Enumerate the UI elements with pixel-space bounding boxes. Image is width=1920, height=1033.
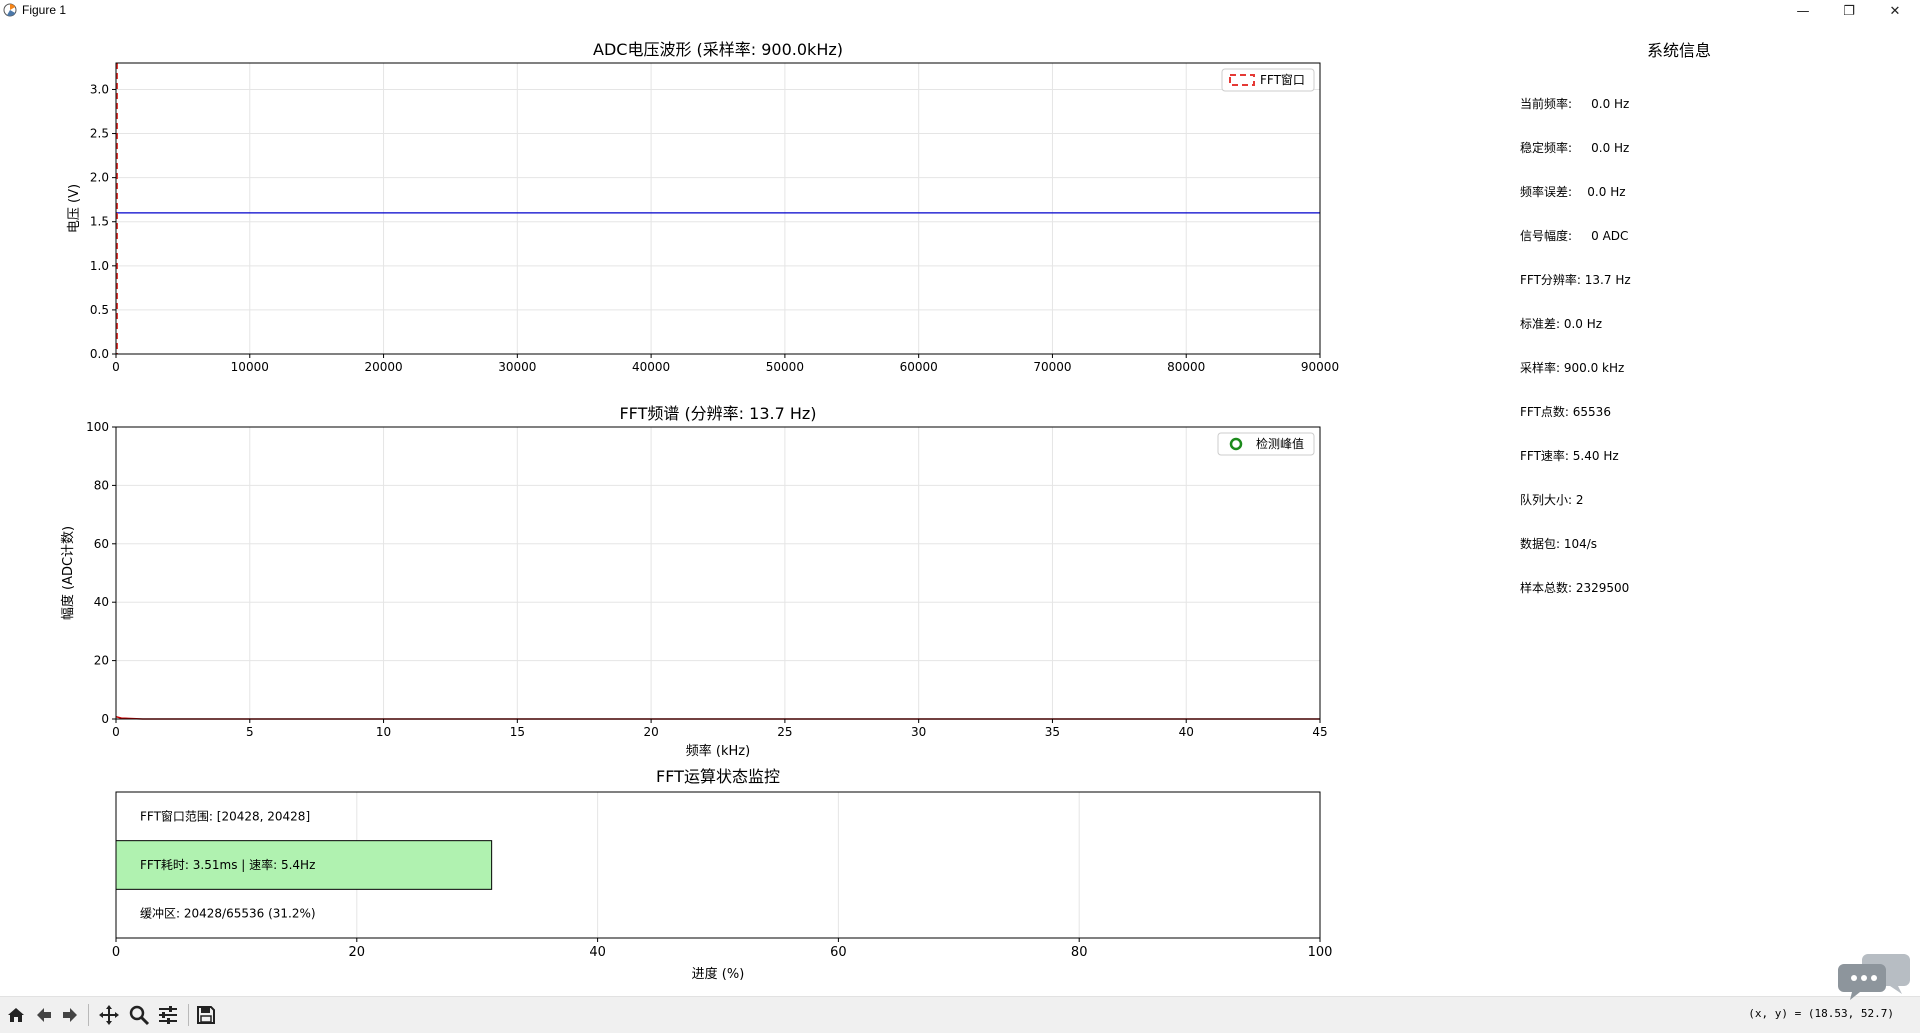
info-frequency-error: 频率误差: 0.0 Hz	[1520, 185, 1626, 199]
status-x-tick-label: 0	[112, 945, 120, 960]
forward-icon[interactable]	[58, 1003, 82, 1027]
waveform-title: ADC电压波形 (采样率: 900.0kHz)	[593, 40, 843, 59]
cursor-coordinates: (x, y) = (18.53, 52.7)	[1748, 1007, 1894, 1020]
figure-svg: 0 10000 20000 30000 40000 50000 60000 70000 8000…	[60, 40, 1339, 982]
status-row-label: FFT耗时: 3.51ms | 速率: 5.4Hz	[140, 857, 315, 872]
waveform-x-tick-label: 70000	[1033, 360, 1071, 374]
info-stable-frequency: 稳定频率: 0.0 Hz	[1520, 141, 1630, 155]
waveform-y-tick-label: 0.5	[90, 303, 109, 317]
spectrum-x-axis-label: 频率 (kHz)	[686, 743, 750, 759]
status-x-tick-label: 80	[1071, 945, 1088, 960]
spectrum-y-tick-label: 80	[94, 478, 109, 492]
window-title: Figure 1	[22, 3, 67, 17]
status-title: FFT运算状态监控	[656, 767, 780, 786]
status-row-label: 缓冲区: 20428/65536 (31.2%)	[140, 906, 316, 921]
window-titlebar: Figure 1 — ❐ ✕	[0, 0, 1920, 22]
spectrum-x-tick-label: 45	[1312, 725, 1327, 739]
back-icon[interactable]	[32, 1003, 56, 1027]
spectrum-y-tick-label: 0	[101, 712, 109, 726]
configure-subplots-icon[interactable]	[156, 1003, 180, 1027]
close-button[interactable]: ✕	[1872, 0, 1918, 22]
waveform-x-tick-label: 30000	[498, 360, 536, 374]
spectrum-x-tick-label: 20	[643, 725, 658, 739]
spectrum-title: FFT频谱 (分辨率: 13.7 Hz)	[619, 404, 816, 423]
info-fft-rate: FFT速率: 5.40 Hz	[1520, 449, 1619, 463]
navigation-toolbar: (x, y) = (18.53, 52.7)	[0, 996, 1920, 1033]
spectrum-x-tick-label: 30	[911, 725, 926, 739]
status-x-tick-label: 60	[830, 945, 847, 960]
waveform-y-tick-label: 0.0	[90, 347, 109, 361]
spectrum-legend-label: 检测峰值	[1256, 436, 1304, 451]
info-sample-rate: 采样率: 900.0 kHz	[1520, 361, 1625, 375]
matplotlib-icon	[3, 3, 17, 17]
info-total-samples: 样本总数: 2329500	[1520, 581, 1630, 595]
waveform-y-tick-label: 1.0	[90, 259, 109, 273]
chat-bubble-icon[interactable]	[1838, 946, 1914, 1002]
status-x-tick-label: 20	[349, 945, 366, 960]
status-x-tick-label: 100	[1308, 945, 1333, 960]
spectrum-x-tick-label: 40	[1179, 725, 1194, 739]
toolbar-separator	[88, 1004, 89, 1026]
spectrum-y-tick-label: 60	[94, 537, 109, 551]
maximize-button[interactable]: ❐	[1826, 0, 1872, 22]
spectrum-axes-frame	[115, 426, 1321, 720]
info-panel-title: 系统信息	[1647, 41, 1712, 60]
save-icon[interactable]	[194, 1003, 218, 1027]
waveform-x-tick-label: 60000	[900, 360, 938, 374]
status-row-label: FFT窗口范围: [20428, 20428]	[140, 809, 310, 823]
waveform-x-tick-label: 0	[112, 360, 120, 374]
waveform-x-tick-label: 40000	[632, 360, 670, 374]
info-packets: 数据包: 104/s	[1520, 537, 1598, 551]
spectrum-x-tick-label: 35	[1045, 725, 1060, 739]
info-fft-points: FFT点数: 65536	[1520, 405, 1611, 419]
waveform-y-tick-label: 1.5	[90, 215, 109, 229]
waveform-x-tick-label: 20000	[364, 360, 402, 374]
info-queue-size: 队列大小: 2	[1520, 493, 1584, 507]
waveform-y-tick-label: 3.0	[90, 82, 109, 96]
spectrum-y-axis-label: 幅度 (ADC计数)	[60, 526, 76, 620]
spectrum-y-tick-label: 40	[94, 595, 109, 609]
info-current-frequency: 当前频率: 0.0 Hz	[1520, 97, 1630, 111]
waveform-y-tick-label: 2.5	[90, 127, 109, 141]
zoom-icon[interactable]	[127, 1003, 151, 1027]
system-info-panel: 系统信息 当前频率: 0.0 Hz 稳定频率: 0.0 Hz 频率误差: 0.0…	[1515, 22, 1845, 622]
waveform-x-tick-label: 10000	[231, 360, 269, 374]
home-icon[interactable]	[4, 1003, 28, 1027]
info-std-dev: 标准差: 0.0 Hz	[1520, 317, 1603, 331]
waveform-legend-label: FFT窗口	[1260, 73, 1305, 87]
spectrum-x-tick-label: 0	[112, 725, 120, 739]
status-x-tick-label: 40	[589, 945, 606, 960]
spectrum-x-tick-label: 25	[777, 725, 792, 739]
spectrum-y-tick-label: 100	[86, 420, 109, 434]
waveform-x-tick-label: 80000	[1167, 360, 1205, 374]
waveform-x-tick-label: 50000	[766, 360, 804, 374]
minimize-button[interactable]: —	[1780, 0, 1826, 22]
spectrum-x-tick-label: 5	[246, 725, 254, 739]
status-x-axis-label: 进度 (%)	[692, 966, 745, 982]
pan-icon[interactable]	[97, 1003, 121, 1027]
waveform-y-tick-label: 2.0	[90, 171, 109, 185]
spectrum-y-tick-label: 20	[94, 654, 109, 668]
spectrum-x-tick-label: 15	[510, 725, 525, 739]
waveform-x-tick-label: 90000	[1301, 360, 1339, 374]
spectrum-x-tick-label: 10	[376, 725, 391, 739]
toolbar-separator	[188, 1004, 189, 1026]
waveform-y-axis-label: 电压 (V)	[67, 184, 82, 233]
info-signal-amplitude: 信号幅度: 0 ADC	[1520, 229, 1629, 243]
info-fft-resolution: FFT分辨率: 13.7 Hz	[1520, 273, 1631, 287]
